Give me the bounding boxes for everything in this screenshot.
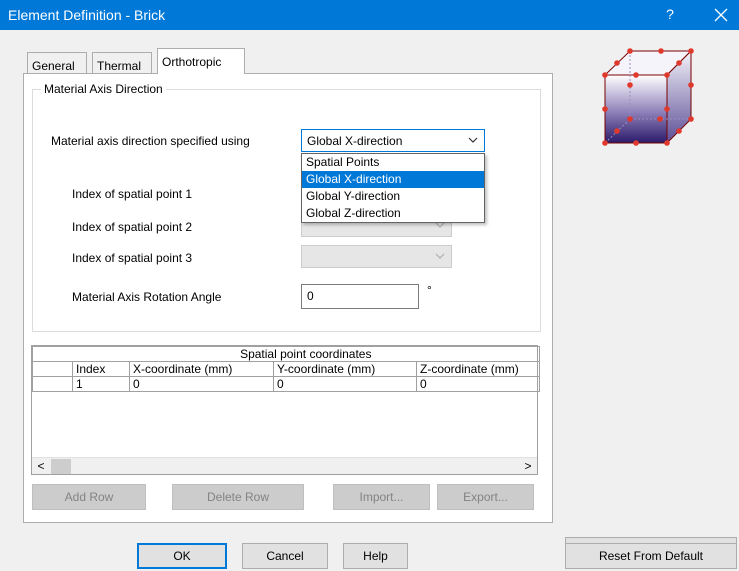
cancel-button[interactable]: Cancel — [242, 543, 328, 569]
chevron-down-icon — [435, 253, 445, 259]
point3-label: Index of spatial point 3 — [72, 251, 193, 265]
tab-thermal[interactable]: Thermal — [92, 52, 152, 74]
delete-row-button[interactable]: Delete Row — [172, 484, 304, 510]
direction-select[interactable]: Global X-direction — [301, 129, 485, 152]
spatial-points-grid: Spatial point coordinates Index X-coordi… — [31, 345, 541, 475]
option-global-y[interactable]: Global Y-direction — [302, 188, 484, 205]
row-header-corner — [32, 361, 73, 377]
direction-label: Material axis direction specified using — [51, 134, 250, 148]
option-global-z[interactable]: Global Z-direction — [302, 205, 484, 222]
reset-from-default-button[interactable]: Reset From Default — [565, 543, 737, 569]
ok-button[interactable]: OK — [137, 543, 227, 569]
column-header-x: X-coordinate (mm) — [129, 361, 274, 377]
close-icon — [714, 8, 728, 22]
tab-orthotropic-label: Orthotropic — [162, 55, 222, 69]
close-button[interactable] — [706, 1, 736, 29]
tab-general-label: General — [32, 59, 75, 73]
window-title: Element Definition - Brick — [8, 7, 166, 23]
grid-caption-row: Spatial point coordinates — [32, 346, 541, 362]
option-spatial-points[interactable]: Spatial Points — [302, 154, 484, 171]
cell-x[interactable]: 0 — [129, 376, 274, 392]
point2-label: Index of spatial point 2 — [72, 220, 193, 234]
table-row[interactable]: 1 0 0 0 — [32, 376, 541, 392]
grid-header-row: Index X-coordinate (mm) Y-coordinate (mm… — [32, 361, 541, 377]
option-global-x[interactable]: Global X-direction — [302, 171, 484, 188]
cell-z[interactable]: 0 — [415, 376, 541, 392]
direction-dropdown-list: Spatial Points Global X-direction Global… — [301, 153, 485, 223]
column-header-y: Y-coordinate (mm) — [273, 361, 417, 377]
spatial-points-table: Spatial point coordinates Index X-coordi… — [32, 346, 541, 392]
scroll-thumb[interactable] — [51, 459, 71, 474]
export-button[interactable]: Export... — [437, 484, 534, 510]
row-header[interactable] — [32, 376, 73, 392]
scroll-left-button[interactable]: < — [32, 458, 50, 475]
chevron-down-icon — [468, 137, 478, 143]
rotation-unit: ° — [427, 283, 432, 297]
title-help-button[interactable]: ? — [660, 6, 680, 22]
scroll-right-button[interactable]: > — [519, 458, 537, 475]
column-header-index: Index — [72, 361, 130, 377]
brick-element-icon — [602, 48, 694, 146]
tab-orthotropic[interactable]: Orthotropic — [157, 48, 245, 74]
tab-thermal-label: Thermal — [97, 59, 142, 73]
rotation-label: Material Axis Rotation Angle — [72, 290, 222, 304]
title-bar: Element Definition - Brick ? — [0, 0, 739, 30]
point1-label: Index of spatial point 1 — [72, 187, 193, 201]
help-button[interactable]: Help — [343, 543, 408, 569]
column-header-z: Z-coordinate (mm) — [415, 361, 541, 377]
direction-select-value: Global X-direction — [307, 134, 403, 148]
rotation-input[interactable]: 0 — [301, 284, 419, 309]
point3-select[interactable] — [301, 245, 452, 268]
horizontal-scrollbar[interactable]: < > — [32, 457, 537, 474]
cell-index[interactable]: 1 — [72, 376, 130, 392]
cell-y[interactable]: 0 — [273, 376, 417, 392]
material-axis-group-title: Material Axis Direction — [41, 82, 166, 96]
tab-general[interactable]: General — [27, 52, 87, 74]
import-button[interactable]: Import... — [333, 484, 430, 510]
rotation-input-value: 0 — [307, 289, 314, 303]
grid-caption: Spatial point coordinates — [72, 346, 541, 362]
add-row-button[interactable]: Add Row — [32, 484, 146, 510]
